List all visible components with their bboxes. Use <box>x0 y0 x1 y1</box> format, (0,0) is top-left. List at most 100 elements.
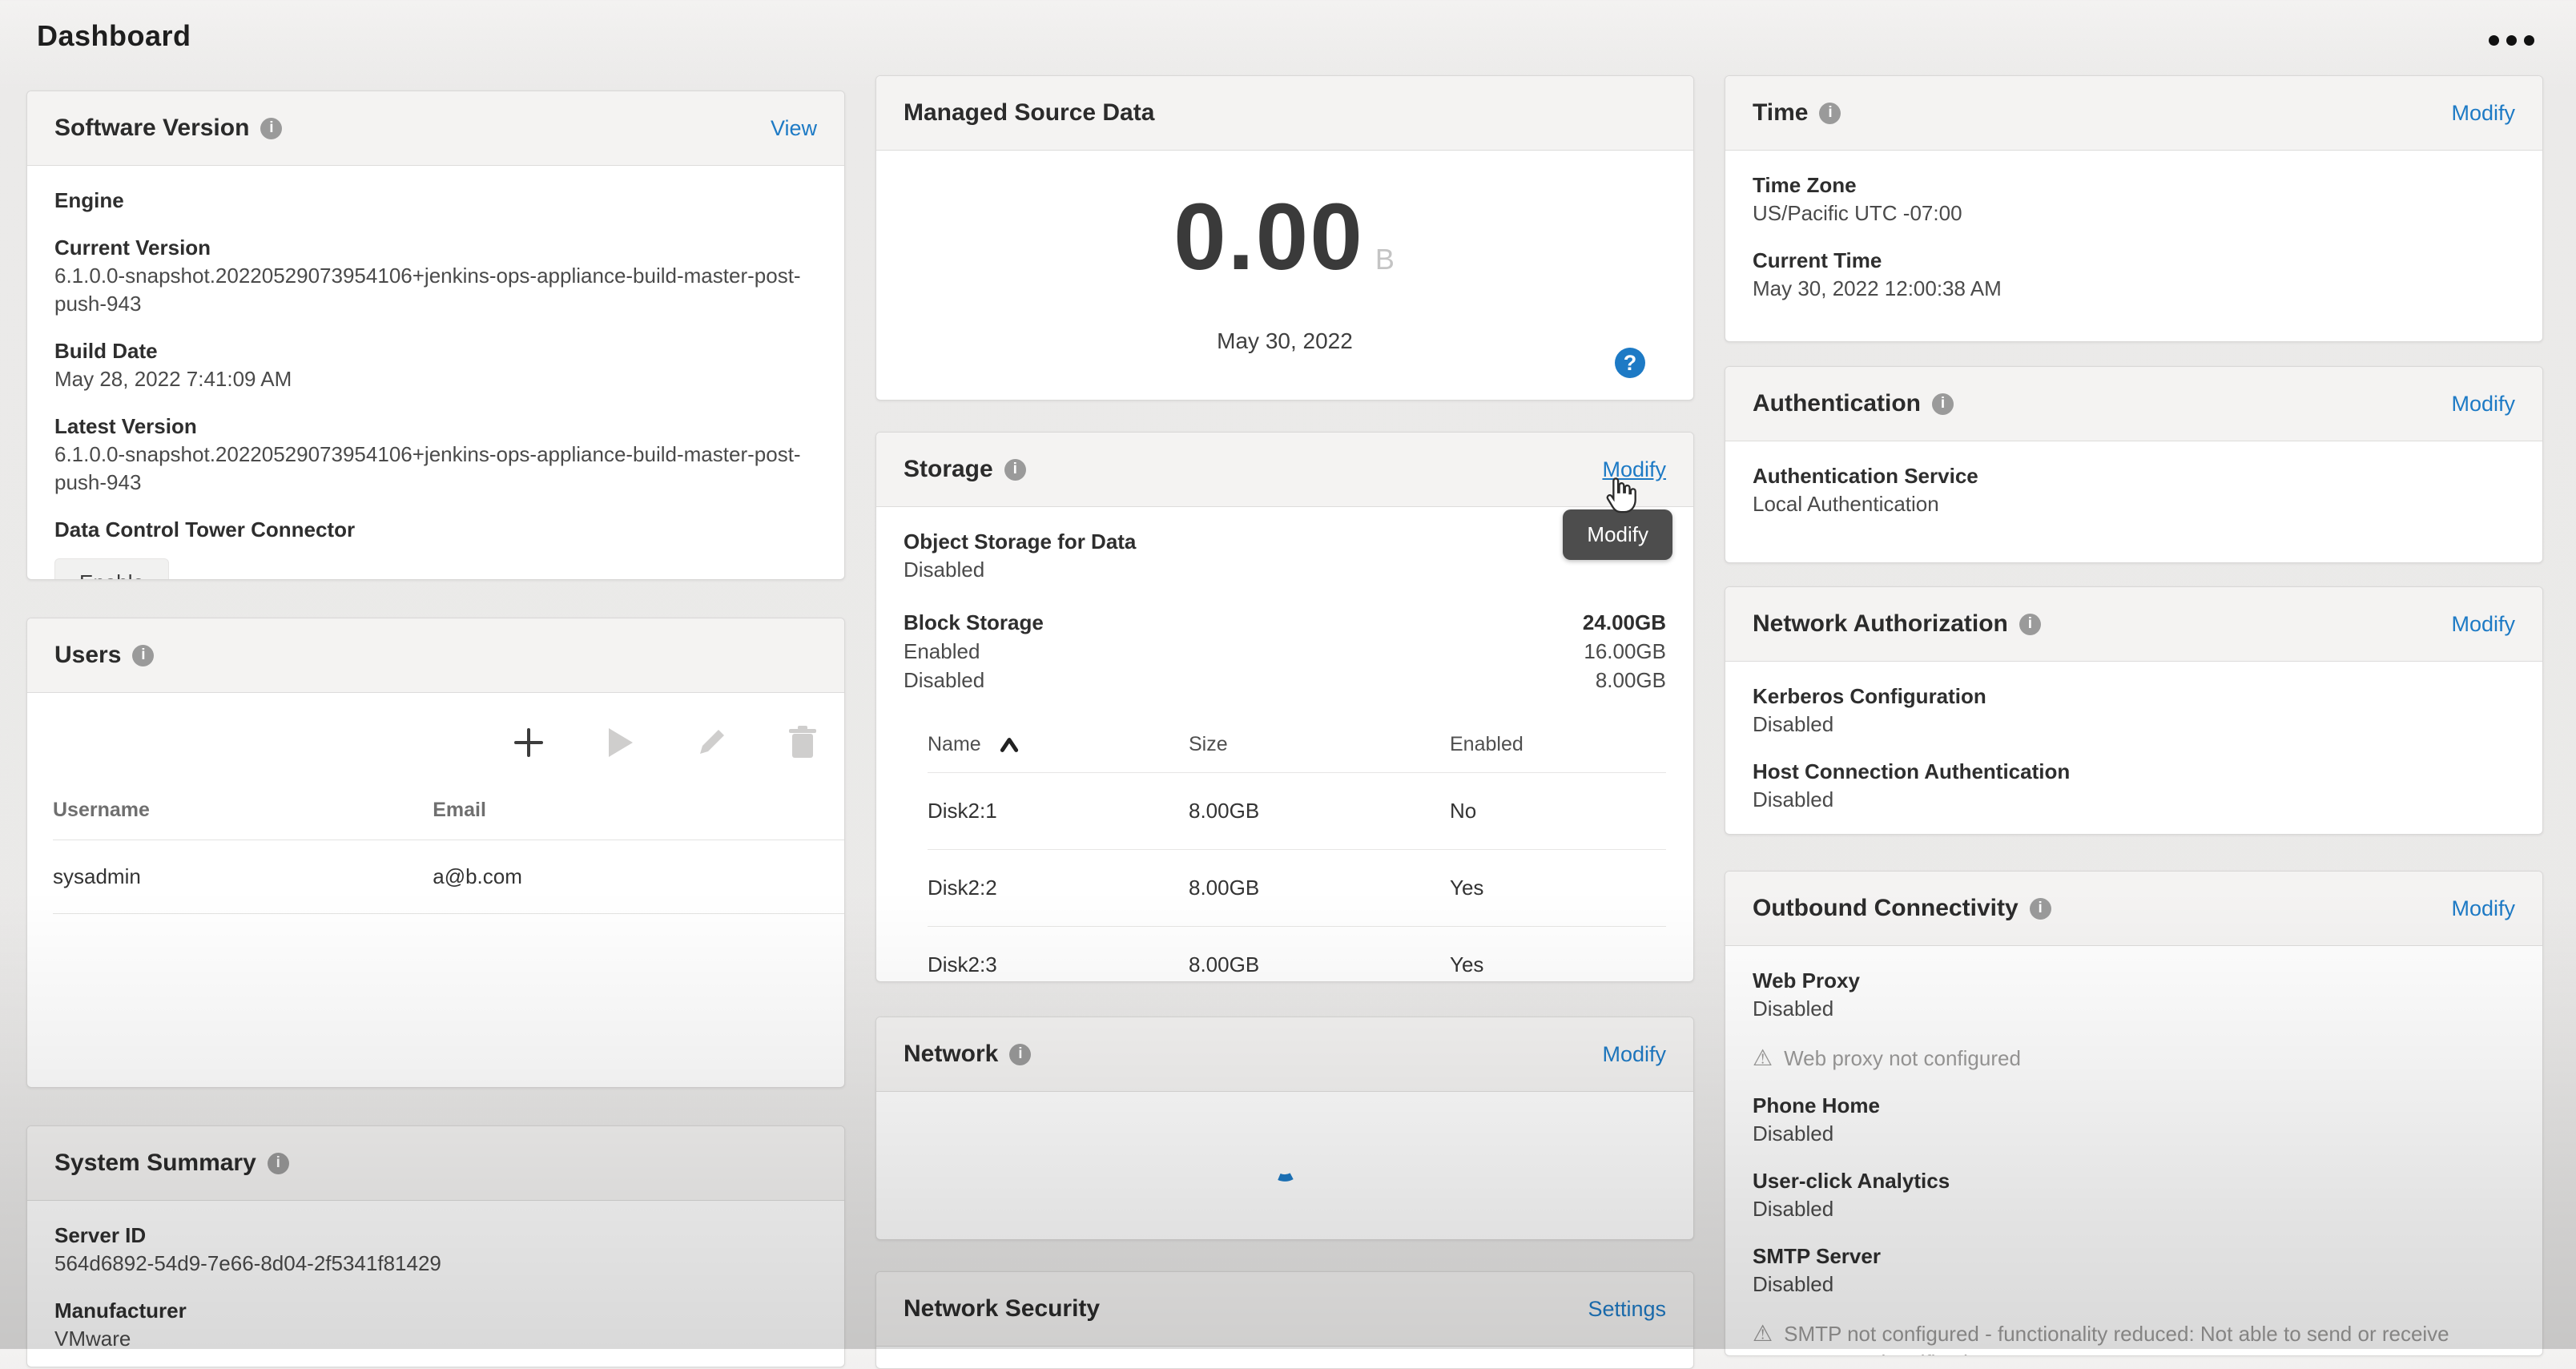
dct-connector-label: Data Control Tower Connector <box>54 516 817 544</box>
disk-size: 8.00GB <box>1189 876 1450 900</box>
info-icon[interactable]: i <box>1009 1044 1031 1065</box>
network-authorization-header: Network Authorization i Modify <box>1725 587 2542 662</box>
users-table: Username Email sysadmin a@b.com <box>27 784 844 914</box>
storage-col-name[interactable]: Name <box>928 733 1189 756</box>
table-row: Disk2:1 8.00GB No <box>928 772 1666 849</box>
cursor-hand-icon <box>1602 476 1639 520</box>
server-id-value: 564d6892-54d9-7e66-8d04-2f5341f81429 <box>54 1250 817 1278</box>
kerberos-value: Disabled <box>1753 711 2515 739</box>
network-body <box>876 1092 1693 1238</box>
modify-link[interactable]: Modify <box>2451 612 2515 637</box>
settings-link[interactable]: Settings <box>1588 1297 1666 1322</box>
run-user-button[interactable] <box>602 725 638 760</box>
info-icon[interactable]: i <box>260 118 282 139</box>
managed-source-data-title: Managed Source Data <box>904 99 1154 127</box>
info-icon[interactable]: i <box>2019 614 2041 635</box>
smtp-server-value: Disabled <box>1753 1270 2515 1299</box>
block-storage-label: Block Storage <box>904 608 1044 637</box>
more-menu-dot <box>2506 35 2517 46</box>
left-column: Software Version i View Engine Current V… <box>26 91 845 1367</box>
users-body: Username Email sysadmin a@b.com <box>27 693 844 914</box>
block-disabled-label: Disabled <box>904 666 984 695</box>
outbound-connectivity-title: Outbound Connectivity <box>1753 895 2019 922</box>
info-icon[interactable]: i <box>132 645 154 666</box>
more-menu-icon[interactable] <box>2489 35 2534 46</box>
delete-user-button[interactable] <box>785 725 820 760</box>
time-header: Time i Modify <box>1725 76 2542 151</box>
auth-service-label: Authentication Service <box>1753 462 2515 490</box>
info-icon[interactable]: i <box>268 1153 289 1174</box>
add-user-button[interactable] <box>511 725 546 760</box>
time-body: Time Zone US/Pacific UTC -07:00 Current … <box>1725 151 2542 322</box>
web-proxy-value: Disabled <box>1753 995 2515 1023</box>
middle-column: Managed Source Data 0.00B May 30, 2022 ?… <box>875 75 1694 1369</box>
managed-source-data-card: Managed Source Data 0.00B May 30, 2022 ? <box>875 75 1694 401</box>
timezone-value: US/Pacific UTC -07:00 <box>1753 199 2515 227</box>
authentication-title: Authentication <box>1753 390 1921 417</box>
user-email-cell: a@b.com <box>433 840 844 914</box>
block-enabled-label: Enabled <box>904 637 980 666</box>
smtp-warning: ⚠ SMTP not configured - functionality re… <box>1753 1319 2515 1356</box>
timezone-label: Time Zone <box>1753 171 2515 199</box>
help-icon[interactable]: ? <box>1615 348 1645 378</box>
network-security-header: Network Security Settings <box>876 1272 1693 1347</box>
managed-data-date: May 30, 2022 <box>876 328 1693 354</box>
disk-enabled: Yes <box>1450 876 1666 900</box>
software-version-card: Software Version i View Engine Current V… <box>26 91 845 580</box>
network-authorization-body: Kerberos Configuration Disabled Host Con… <box>1725 662 2542 833</box>
system-summary-card: System Summary i Server ID 564d6892-54d9… <box>26 1125 845 1367</box>
build-date-value: May 28, 2022 7:41:09 AM <box>54 365 817 393</box>
more-menu-dot <box>2489 35 2499 46</box>
outbound-connectivity-body: Web Proxy Disabled ⚠ Web proxy not confi… <box>1725 946 2542 1356</box>
edit-user-button[interactable] <box>694 725 729 760</box>
disk-name: Disk2:3 <box>928 952 1189 977</box>
kerberos-label: Kerberos Configuration <box>1753 682 2515 711</box>
right-column: Time i Modify Time Zone US/Pacific UTC -… <box>1725 75 2543 1356</box>
table-row[interactable]: sysadmin a@b.com <box>53 840 844 914</box>
storage-card: Storage i Modify Modify Object Storage f… <box>875 432 1694 982</box>
modify-link[interactable]: Modify <box>2451 392 2515 417</box>
authentication-card: Authentication i Modify Authentication S… <box>1725 366 2543 563</box>
users-toolbar <box>27 693 844 784</box>
current-time-value: May 30, 2022 12:00:38 AM <box>1753 275 2515 303</box>
network-card: Network i Modify <box>875 1017 1694 1240</box>
latest-version-value: 6.1.0.0-snapshot.20220529073954106+jenki… <box>54 441 817 497</box>
user-click-analytics-label: User-click Analytics <box>1753 1167 2515 1195</box>
modify-link[interactable]: Modify <box>2451 101 2515 126</box>
warning-icon: ⚠ <box>1753 1319 1773 1348</box>
managed-data-value: 0.00B <box>876 151 1693 308</box>
authentication-body: Authentication Service Local Authenticat… <box>1725 441 2542 538</box>
system-summary-title: System Summary <box>54 1150 256 1177</box>
current-version-value: 6.1.0.0-snapshot.20220529073954106+jenki… <box>54 262 817 318</box>
storage-header: Storage i Modify Modify <box>876 433 1693 507</box>
storage-col-size[interactable]: Size <box>1189 733 1450 756</box>
managed-data-unit: B <box>1375 243 1396 276</box>
outbound-connectivity-header: Outbound Connectivity i Modify <box>1725 872 2542 946</box>
outbound-connectivity-card: Outbound Connectivity i Modify Web Proxy… <box>1725 871 2543 1356</box>
view-link[interactable]: View <box>771 116 817 141</box>
network-title: Network <box>904 1041 998 1068</box>
network-authorization-card: Network Authorization i Modify Kerberos … <box>1725 586 2543 835</box>
host-connection-auth-label: Host Connection Authentication <box>1753 758 2515 786</box>
network-security-title: Network Security <box>904 1295 1100 1323</box>
users-card: Users i <box>26 618 845 1088</box>
modify-link[interactable]: Modify <box>2451 896 2515 921</box>
disk-size: 8.00GB <box>1189 799 1450 823</box>
info-icon[interactable]: i <box>1932 393 1954 415</box>
enable-button[interactable]: Enable <box>54 558 169 580</box>
info-icon[interactable]: i <box>1004 459 1026 481</box>
block-enabled-value: 16.00GB <box>1584 637 1666 666</box>
disk-name: Disk2:1 <box>928 799 1189 823</box>
users-col-email: Email <box>433 784 844 840</box>
disk-size: 8.00GB <box>1189 952 1450 977</box>
block-disabled-value: 8.00GB <box>1596 666 1666 695</box>
smtp-warning-text: SMTP not configured - functionality redu… <box>1784 1319 2515 1356</box>
modify-link[interactable]: Modify <box>1602 1042 1666 1067</box>
storage-col-enabled[interactable]: Enabled <box>1450 733 1666 756</box>
info-icon[interactable]: i <box>2030 898 2051 920</box>
storage-body: Object Storage for Data Disabled Block S… <box>876 507 1693 1022</box>
object-storage-label: Object Storage for Data <box>904 528 1666 556</box>
info-icon[interactable]: i <box>1819 103 1841 124</box>
network-security-card: Network Security Settings <box>875 1271 1694 1369</box>
users-title: Users <box>54 642 121 669</box>
